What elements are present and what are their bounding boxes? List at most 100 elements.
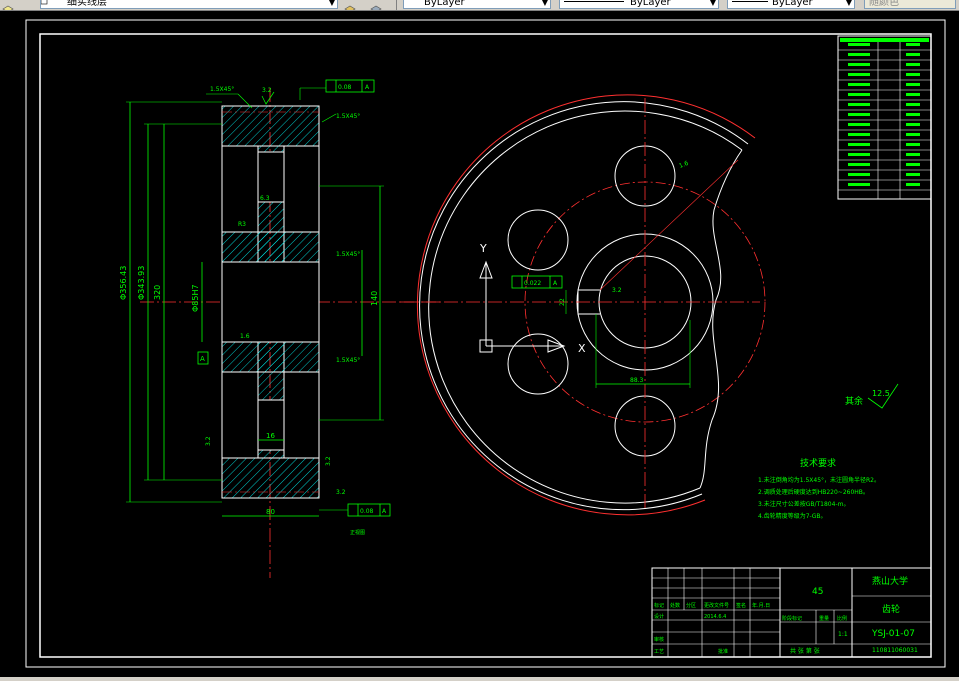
param-cell-mark bbox=[848, 53, 870, 56]
svg-text:设计: 设计 bbox=[654, 613, 664, 620]
param-cell-mark bbox=[906, 73, 920, 76]
svg-text:2014.6.4: 2014.6.4 bbox=[704, 614, 726, 620]
roughness-right: 3.2 bbox=[325, 456, 332, 466]
lineweight-sample bbox=[732, 1, 768, 2]
param-cell-mark bbox=[906, 63, 920, 66]
dim-width: 80 bbox=[266, 508, 275, 516]
param-cell-mark bbox=[906, 163, 920, 166]
chamfer-label-hub: 1.5X45° bbox=[336, 251, 360, 258]
svg-text:A: A bbox=[382, 508, 387, 515]
gear-parameter-table bbox=[837, 35, 932, 200]
svg-text:0.08: 0.08 bbox=[338, 84, 352, 91]
dim-outer-dia: Φ356.43 bbox=[119, 266, 128, 300]
svg-text:批准: 批准 bbox=[718, 648, 728, 655]
param-cell-mark bbox=[906, 153, 920, 156]
param-cell-mark bbox=[906, 53, 920, 56]
drawing-canvas[interactable]: Φ356.43 Φ343.93 320 Φ85H7 140 80 16 1.5X… bbox=[0, 10, 959, 677]
front-view: 88.3 22 0.022 A 3.2 1.6 Y X bbox=[400, 94, 766, 516]
param-cell-mark bbox=[848, 113, 870, 116]
layer-name: 细实线层 bbox=[67, 0, 107, 8]
param-cell-mark bbox=[848, 123, 870, 126]
param-cell-mark bbox=[906, 123, 920, 126]
chevron-down-icon: ▼ bbox=[845, 0, 852, 7]
toolbar-separator bbox=[396, 0, 397, 10]
runout-frame-bottom: 0.08 A 正视图 bbox=[319, 503, 391, 536]
roughness-bore: 1.6 bbox=[240, 333, 250, 340]
hub-bottom-section bbox=[221, 341, 320, 373]
chamfer-label-mid: 1.5X45° bbox=[336, 113, 360, 120]
section-view: Φ356.43 Φ343.93 320 Φ85H7 140 80 16 1.5X… bbox=[119, 79, 440, 578]
svg-text:共 张 第 张: 共 张 第 张 bbox=[790, 647, 820, 655]
break-line bbox=[699, 149, 743, 489]
param-cell-mark bbox=[906, 113, 920, 116]
dim-root-dia: Φ343.93 bbox=[137, 266, 146, 300]
chevron-down-icon: ▼ bbox=[709, 0, 716, 7]
param-cell-mark bbox=[848, 163, 870, 166]
tech-req-2: 2.调质处理后硬度达到HB220~260HB。 bbox=[758, 488, 869, 496]
school-name: 燕山大学 bbox=[872, 575, 908, 587]
svg-text:0.022: 0.022 bbox=[524, 280, 541, 287]
student-id: 110811060031 bbox=[872, 647, 918, 654]
layer-dropdown[interactable]: 细实线层 ▼ bbox=[40, 0, 338, 9]
drawing-number: YSJ-01-07 bbox=[871, 629, 915, 639]
key-dim: 88.3 bbox=[630, 377, 644, 384]
param-cell-mark bbox=[848, 63, 870, 66]
color-value: ByLayer bbox=[424, 0, 465, 8]
part-name: 齿轮 bbox=[882, 603, 900, 615]
layer-state-icon[interactable] bbox=[370, 0, 382, 10]
param-cell-mark bbox=[848, 143, 870, 146]
chevron-down-icon: ▼ bbox=[328, 0, 335, 7]
layer-previous-icon[interactable] bbox=[344, 0, 356, 10]
linetype-dropdown[interactable]: ByLayer ▼ bbox=[559, 0, 719, 9]
param-cell-mark bbox=[848, 183, 870, 186]
svg-text:其余: 其余 bbox=[845, 395, 863, 407]
param-cell-mark bbox=[906, 173, 920, 176]
roughness-left: 3.2 bbox=[205, 436, 212, 446]
param-cell-mark bbox=[906, 93, 920, 96]
radius-label: R3 bbox=[238, 221, 246, 228]
roughness-keyway: 3.2 bbox=[612, 287, 622, 294]
dim-rim-dia: 320 bbox=[153, 285, 162, 300]
param-cell-mark bbox=[848, 93, 870, 96]
hub-top-section bbox=[221, 231, 320, 263]
tech-req-title: 技术要求 bbox=[800, 457, 836, 469]
svg-text:更改文件号: 更改文件号 bbox=[704, 602, 729, 609]
param-cell-mark bbox=[848, 73, 870, 76]
param-cell-mark bbox=[906, 133, 920, 136]
svg-text:重量: 重量 bbox=[819, 615, 829, 622]
layer-manager-icon[interactable] bbox=[2, 0, 14, 10]
param-cell-mark bbox=[848, 103, 870, 106]
svg-text:签名: 签名 bbox=[736, 602, 746, 609]
web-hole-bottom bbox=[257, 399, 285, 451]
svg-text:审核: 审核 bbox=[654, 636, 664, 643]
axis-y-label: Y bbox=[479, 242, 487, 255]
roughness-bottom: 3.2 bbox=[336, 489, 346, 496]
svg-text:12.5: 12.5 bbox=[872, 389, 890, 398]
roughness-tooth: 1.6 bbox=[678, 160, 690, 170]
svg-text:分区: 分区 bbox=[686, 602, 696, 609]
dim-web: 16 bbox=[266, 432, 275, 440]
lightening-hole-left-bottom bbox=[507, 333, 569, 395]
param-cell-mark bbox=[848, 133, 870, 136]
svg-text:比例: 比例 bbox=[837, 615, 847, 622]
dim-bore-right: 140 bbox=[370, 291, 379, 306]
param-cell-mark bbox=[906, 183, 920, 186]
lineweight-dropdown[interactable]: ByLayer ▼ bbox=[727, 0, 855, 9]
svg-text:A: A bbox=[200, 355, 205, 363]
technical-requirements: 技术要求 1.未注倒角均为1.5X45°，未注圆角半径R2。 2.调质处理后硬度… bbox=[758, 457, 880, 520]
material-text: 45 bbox=[812, 587, 823, 597]
svg-text:年.月.日: 年.月.日 bbox=[752, 602, 770, 609]
param-cell-mark bbox=[906, 43, 920, 46]
runout-frame-top: 0.08 A bbox=[299, 79, 375, 100]
param-cell-mark bbox=[906, 103, 920, 106]
param-cell-mark bbox=[848, 43, 870, 46]
color-dropdown[interactable]: ByLayer ▼ bbox=[403, 0, 551, 9]
svg-text:A: A bbox=[553, 280, 558, 287]
param-cell-mark bbox=[906, 143, 920, 146]
svg-text:工艺: 工艺 bbox=[654, 649, 664, 655]
scale-text: 1:1 bbox=[838, 631, 848, 638]
tech-req-4: 4.齿轮精度等级为7-GB。 bbox=[758, 512, 826, 520]
bore bbox=[221, 261, 320, 343]
roughness-top: 3.2 bbox=[262, 87, 272, 94]
plotstyle-dropdown[interactable]: 随颜色 bbox=[864, 0, 956, 9]
